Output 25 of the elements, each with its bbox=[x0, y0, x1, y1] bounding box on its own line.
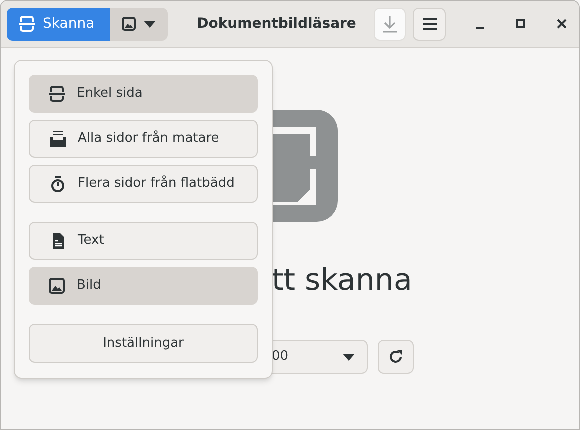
stopwatch-icon bbox=[50, 176, 66, 192]
close-icon bbox=[556, 19, 567, 29]
download-icon bbox=[382, 15, 398, 33]
menu-button[interactable] bbox=[413, 8, 446, 40]
window-title: Dokumentbildläsare bbox=[197, 14, 357, 34]
paper-stack-icon bbox=[50, 131, 66, 147]
settings-button[interactable]: Inställningar bbox=[29, 324, 258, 363]
maximize-icon bbox=[516, 19, 526, 29]
document-icon bbox=[50, 233, 66, 249]
minimize-icon bbox=[476, 26, 484, 28]
format-menu-button[interactable] bbox=[110, 8, 168, 40]
scan-button[interactable]: Skanna bbox=[7, 8, 110, 40]
menu-item[interactable]: Alla sidor från matare bbox=[29, 120, 258, 158]
image-icon bbox=[122, 17, 136, 31]
menu-item[interactable]: Enkel sida bbox=[29, 75, 258, 113]
status-text: tt skanna bbox=[272, 266, 412, 296]
refresh-icon bbox=[388, 349, 404, 365]
refresh-button[interactable] bbox=[378, 340, 414, 374]
menu-item[interactable]: Text bbox=[29, 222, 258, 260]
menu-icon bbox=[422, 17, 438, 31]
caret-icon bbox=[144, 20, 156, 28]
caret-icon bbox=[343, 354, 355, 360]
menu-item[interactable]: Flera sidor från flatbädd bbox=[29, 165, 258, 203]
image-icon bbox=[49, 278, 65, 294]
menu-item[interactable]: Bild bbox=[29, 267, 258, 305]
